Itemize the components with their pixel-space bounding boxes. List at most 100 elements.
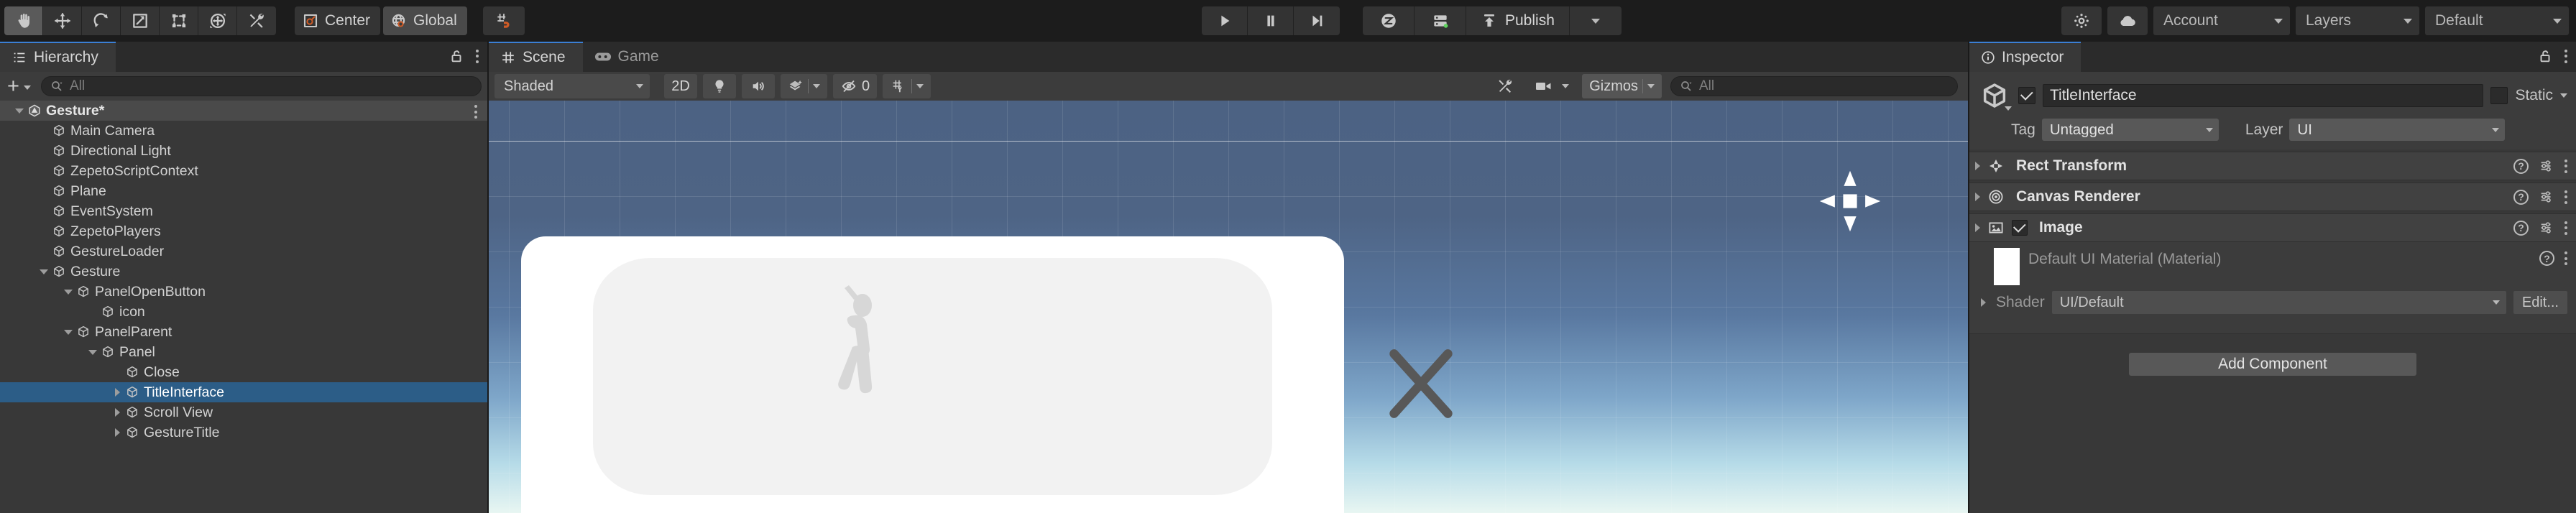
chevron-down-icon[interactable] xyxy=(1647,84,1655,88)
component-header-image[interactable]: Image? xyxy=(1969,213,2576,242)
hierarchy-row-main-camera[interactable]: Main Camera xyxy=(0,121,487,141)
move-tool-button[interactable] xyxy=(43,6,82,35)
hierarchy-row-zepetoscriptcontext[interactable]: ZepetoScriptContext xyxy=(0,161,487,181)
hierarchy-row-titleinterface[interactable]: TitleInterface xyxy=(0,382,487,402)
tag-dropdown[interactable]: Untagged xyxy=(2041,119,2219,141)
component-header-canvas-renderer[interactable]: Canvas Renderer? xyxy=(1969,182,2576,211)
custom-tool-button[interactable] xyxy=(237,6,276,35)
tab-game[interactable]: Game xyxy=(582,42,676,72)
collapse-arrow[interactable] xyxy=(114,428,120,437)
hierarchy-row-directional-light[interactable]: Directional Light xyxy=(0,141,487,161)
create-button[interactable]: + xyxy=(7,76,19,97)
expand-arrow[interactable] xyxy=(64,289,73,295)
hierarchy-menu-button[interactable] xyxy=(476,49,479,63)
expand-arrow[interactable] xyxy=(64,329,73,335)
layers-dropdown[interactable]: Layers xyxy=(2296,6,2419,35)
gameobject-enabled-checkbox[interactable] xyxy=(2018,87,2036,104)
material-menu-button[interactable] xyxy=(2564,251,2567,265)
scene-lighting-button[interactable] xyxy=(703,74,736,98)
expand-arrow[interactable] xyxy=(88,349,97,355)
pause-button[interactable] xyxy=(1248,6,1294,35)
component-header-rect-transform[interactable]: Rect Transform? xyxy=(1969,152,2576,180)
component-menu-button[interactable] xyxy=(2564,190,2567,204)
chevron-down-icon[interactable] xyxy=(1562,84,1570,88)
chevron-down-icon[interactable] xyxy=(2560,93,2567,98)
play-button[interactable] xyxy=(1202,6,1248,35)
rect-tool-button[interactable] xyxy=(160,6,198,35)
draw-mode-dropdown[interactable]: Shaded xyxy=(494,74,650,98)
gameobject-icon[interactable] xyxy=(1978,79,2012,112)
hand-tool-button[interactable] xyxy=(4,6,43,35)
material-expand-arrow[interactable] xyxy=(1981,298,1986,307)
scene-grid-button[interactable] xyxy=(883,74,932,98)
hierarchy-row-scroll-view[interactable]: Scroll View xyxy=(0,402,487,422)
gizmos-button[interactable]: Gizmos xyxy=(1582,74,1662,98)
component-expand-arrow[interactable] xyxy=(1975,193,1980,201)
hierarchy-row-eventsystem[interactable]: EventSystem xyxy=(0,201,487,221)
collapse-arrow[interactable] xyxy=(114,408,120,417)
component-expand-arrow[interactable] xyxy=(1975,223,1980,232)
scene-search-input[interactable]: All xyxy=(1670,76,1958,96)
lock-icon[interactable] xyxy=(448,48,464,64)
static-checkbox[interactable] xyxy=(2490,87,2508,104)
hierarchy-row-gestureloader[interactable]: GestureLoader xyxy=(0,241,487,262)
material-preview-swatch[interactable] xyxy=(1994,248,2020,285)
expand-arrow[interactable] xyxy=(15,108,24,114)
hierarchy-row-gesture[interactable]: Gesture* xyxy=(0,101,487,121)
component-menu-button[interactable] xyxy=(2564,221,2567,235)
hierarchy-row-plane[interactable]: Plane xyxy=(0,181,487,201)
hierarchy-row-icon[interactable]: icon xyxy=(0,302,487,322)
scene-visibility-button[interactable]: 0 xyxy=(833,74,878,98)
lock-icon[interactable] xyxy=(2537,48,2553,64)
step-button[interactable] xyxy=(1294,6,1340,35)
snap-grid-button[interactable] xyxy=(482,6,525,35)
preset-icon[interactable] xyxy=(2539,189,2554,205)
shader-dropdown[interactable]: UI/Default xyxy=(2051,291,2506,314)
transform-tool-button[interactable] xyxy=(198,6,237,35)
publish-dropdown-button[interactable] xyxy=(1569,6,1622,35)
hierarchy-row-panelopenbutton[interactable]: PanelOpenButton xyxy=(0,282,487,302)
handle-mode-button[interactable]: Global xyxy=(383,6,467,35)
tab-scene[interactable]: Scene xyxy=(489,42,583,72)
rect-anchor-gizmo[interactable] xyxy=(1816,167,1885,236)
component-menu-button[interactable] xyxy=(2564,159,2567,173)
close-icon[interactable] xyxy=(1384,346,1458,421)
scene-row-menu-button[interactable] xyxy=(474,105,477,119)
cloud-button[interactable] xyxy=(2107,6,2148,35)
hierarchy-row-panel[interactable]: Panel xyxy=(0,342,487,362)
chevron-down-icon[interactable] xyxy=(813,84,820,88)
component-expand-arrow[interactable] xyxy=(1975,162,1980,170)
layer-dropdown[interactable]: UI xyxy=(2289,119,2506,141)
add-component-button[interactable]: Add Component xyxy=(2129,353,2416,376)
scene-audio-button[interactable] xyxy=(742,74,775,98)
toggle-2d-button[interactable]: 2D xyxy=(664,74,697,98)
expand-arrow[interactable] xyxy=(40,269,48,274)
rotate-tool-button[interactable] xyxy=(82,6,121,35)
component-enabled-checkbox[interactable] xyxy=(2012,220,2028,236)
account-dropdown[interactable]: Account xyxy=(2153,6,2290,35)
help-icon[interactable]: ? xyxy=(2513,158,2529,174)
hierarchy-row-gesturetitle[interactable]: GestureTitle xyxy=(0,422,487,443)
preset-icon[interactable] xyxy=(2539,158,2554,174)
chevron-down-icon[interactable] xyxy=(916,84,924,88)
search-settings-button[interactable] xyxy=(2061,6,2102,35)
hierarchy-row-gesture[interactable]: Gesture xyxy=(0,262,487,282)
services-button[interactable] xyxy=(1414,6,1466,35)
publish-button[interactable]: Publish xyxy=(1466,6,1570,35)
hierarchy-row-close[interactable]: Close xyxy=(0,362,487,382)
scene-fx-button[interactable] xyxy=(781,74,827,98)
create-dropdown-icon[interactable] xyxy=(23,86,31,90)
tab-hierarchy[interactable]: Hierarchy xyxy=(0,42,116,72)
hierarchy-row-panelparent[interactable]: PanelParent xyxy=(0,322,487,342)
preset-icon[interactable] xyxy=(2539,220,2554,236)
scene-tools-button[interactable] xyxy=(1489,74,1522,98)
hierarchy-row-zepetoplayers[interactable]: ZepetoPlayers xyxy=(0,221,487,241)
gameobject-name-input[interactable]: TitleInterface xyxy=(2043,84,2484,107)
layout-dropdown[interactable]: Default xyxy=(2425,6,2569,35)
shader-edit-button[interactable]: Edit... xyxy=(2513,291,2567,314)
tab-inspector[interactable]: Inspector xyxy=(1969,42,2082,72)
pivot-mode-button[interactable]: Center xyxy=(295,6,381,35)
collapse-arrow[interactable] xyxy=(114,388,120,397)
scene-viewport[interactable] xyxy=(489,101,1968,513)
hierarchy-search-input[interactable]: All xyxy=(40,76,482,96)
